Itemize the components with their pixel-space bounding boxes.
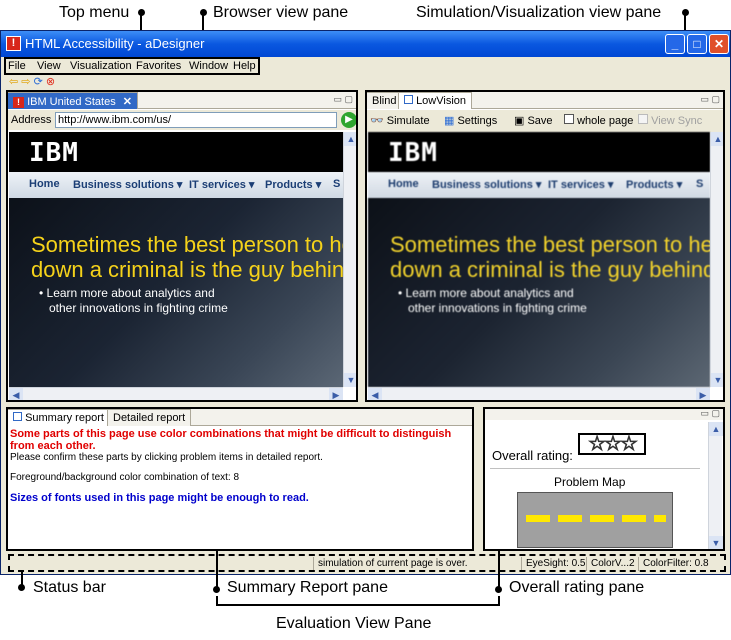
maximize-button[interactable]: □ (687, 34, 707, 54)
browser-pane-highlight (6, 90, 358, 402)
callout-simulation-view-pane: Simulation/Visualization view pane (416, 4, 662, 21)
callout-dot-summary (213, 586, 220, 593)
callout-evaluation-view-pane: Evaluation View Pane (276, 615, 432, 632)
status-bar-highlight (8, 554, 726, 572)
callout-dot-rating (495, 586, 502, 593)
callout-line-rating (498, 550, 500, 590)
callout-bracket-evaluation (216, 604, 500, 606)
back-arrow-icon[interactable]: ⇦ (9, 76, 18, 88)
summary-pane-highlight (6, 407, 474, 551)
window-title: HTML Accessibility - aDesigner (25, 36, 205, 51)
refresh-icon[interactable]: ⟳ (34, 76, 43, 88)
title-bar[interactable]: ! HTML Accessibility - aDesigner _ □ ✕ (1, 31, 730, 57)
forward-arrow-icon[interactable]: ⇨ (21, 76, 30, 88)
callout-summary-report-pane: Summary Report pane (227, 579, 388, 596)
callout-top-menu: Top menu (59, 4, 130, 21)
rating-pane-highlight (483, 407, 725, 551)
callout-line-summary (216, 550, 218, 590)
minimize-button[interactable]: _ (665, 34, 685, 54)
rating-stars: ☆☆☆ (578, 433, 646, 455)
callout-browser-view-pane: Browser view pane (213, 4, 349, 21)
callout-bracket-right (498, 596, 500, 606)
callout-overall-rating-pane: Overall rating pane (509, 579, 645, 596)
close-button[interactable]: ✕ (709, 34, 729, 54)
browser-nav-toolbar: ⇦ ⇨ ⟳ ⊗ (9, 75, 55, 89)
app-warning-icon: ! (6, 36, 21, 51)
simulation-pane-highlight (365, 90, 725, 402)
callout-bracket-left (216, 596, 218, 606)
callout-status-bar: Status bar (33, 579, 106, 596)
callout-dot-status (18, 584, 25, 591)
stop-icon[interactable]: ⊗ (46, 76, 55, 88)
top-menu-highlight (4, 57, 260, 75)
application-window: ! HTML Accessibility - aDesigner _ □ ✕ F… (0, 30, 731, 575)
